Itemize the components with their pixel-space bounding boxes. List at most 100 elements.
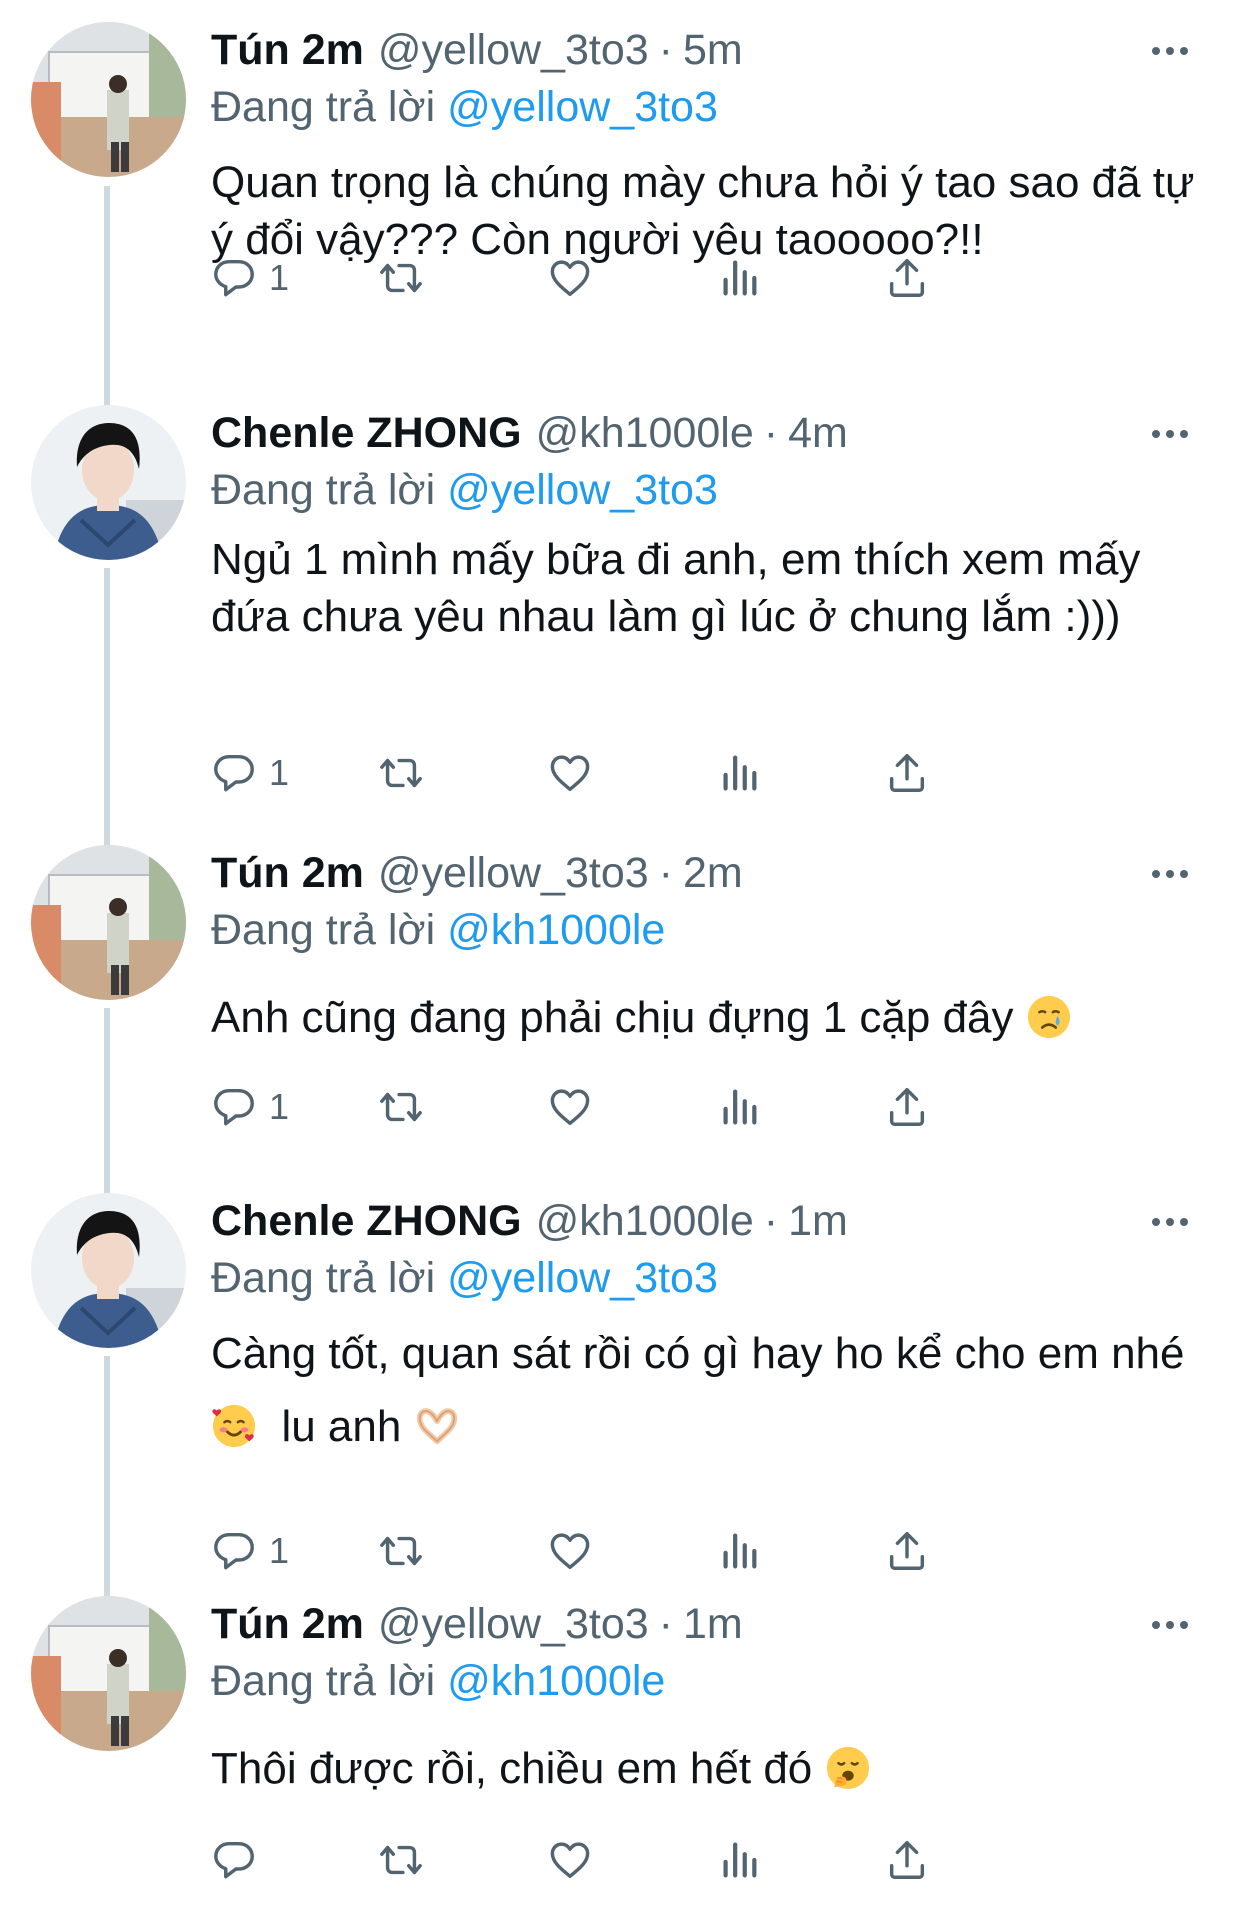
- heart-icon: [547, 1837, 593, 1883]
- avatar[interactable]: [31, 1596, 186, 1751]
- share-icon: [884, 1837, 930, 1883]
- more-icon[interactable]: [1140, 28, 1200, 73]
- like-button[interactable]: [547, 1830, 593, 1890]
- separator-dot: ·: [658, 1600, 673, 1648]
- user-handle[interactable]: @kh1000le: [536, 405, 754, 462]
- tweet-header: Tún 2m @yellow_3to3 · 2m: [211, 845, 1200, 902]
- reply-button[interactable]: 1: [211, 743, 289, 803]
- share-button[interactable]: [884, 1830, 930, 1890]
- analytics-icon: [716, 1837, 762, 1883]
- heart-icon: [547, 255, 593, 301]
- smiling-face-with-hearts-emoji: [211, 1403, 257, 1449]
- display-name[interactable]: Tún 2m: [211, 22, 364, 79]
- avatar[interactable]: [31, 22, 186, 177]
- like-button[interactable]: [547, 743, 593, 803]
- mention-link[interactable]: @kh1000le: [447, 1657, 665, 1705]
- analytics-icon: [716, 1528, 762, 1574]
- retweet-button[interactable]: [378, 1521, 424, 1581]
- tweet-header: Tún 2m @yellow_3to3 · 1m: [211, 1596, 1200, 1653]
- share-button[interactable]: [884, 1521, 930, 1581]
- retweet-icon: [378, 1837, 424, 1883]
- share-icon: [884, 1528, 930, 1574]
- share-icon: [884, 750, 930, 796]
- analytics-icon: [716, 1084, 762, 1130]
- heart-icon: [547, 1528, 593, 1574]
- like-button[interactable]: [547, 248, 593, 308]
- like-button[interactable]: [547, 1521, 593, 1581]
- retweet-button[interactable]: [378, 743, 424, 803]
- more-icon[interactable]: [1140, 1602, 1200, 1647]
- display-name[interactable]: Chenle ZHONG: [211, 1193, 522, 1250]
- user-handle[interactable]: @yellow_3to3: [378, 845, 649, 902]
- tweet-text-block: Càng tốt, quan sát rồi có gì hay ho kể c…: [211, 1317, 1200, 1463]
- reply-button[interactable]: 1: [211, 1521, 289, 1581]
- analytics-button[interactable]: [716, 1830, 762, 1890]
- reply-icon: [211, 750, 257, 796]
- analytics-button[interactable]: [716, 248, 762, 308]
- avatar[interactable]: [31, 845, 186, 1000]
- display-name[interactable]: Chenle ZHONG: [211, 405, 522, 462]
- user-avatar-image: [31, 1596, 186, 1751]
- share-button[interactable]: [884, 743, 930, 803]
- analytics-icon: [716, 255, 762, 301]
- timestamp[interactable]: 2m: [683, 845, 743, 902]
- reply-button[interactable]: [211, 1830, 269, 1890]
- timestamp[interactable]: 1m: [788, 1193, 848, 1250]
- user-handle[interactable]: @yellow_3to3: [378, 22, 649, 79]
- timestamp[interactable]: 4m: [788, 405, 848, 462]
- timestamp[interactable]: 1m: [683, 1596, 743, 1653]
- reply-count: 1: [269, 1530, 290, 1571]
- heart-hands-emoji: [414, 1403, 460, 1449]
- crying-face-emoji: [1026, 994, 1072, 1040]
- tweet-header: Chenle ZHONG @kh1000le · 4m: [211, 405, 1200, 462]
- reply-icon: [211, 1837, 257, 1883]
- user-avatar-image: [31, 845, 186, 1000]
- reply-button[interactable]: 1: [211, 1077, 289, 1137]
- retweet-button[interactable]: [378, 1077, 424, 1137]
- thread-line: [104, 1356, 110, 1596]
- separator-dot: ·: [658, 26, 673, 74]
- retweet-button[interactable]: [378, 1830, 424, 1890]
- replying-to: Đang trả lời @yellow_3to3: [211, 462, 1200, 519]
- user-handle[interactable]: @yellow_3to3: [378, 1596, 649, 1653]
- share-button[interactable]: [884, 1077, 930, 1137]
- analytics-icon: [716, 750, 762, 796]
- action-bar: 1: [211, 743, 1200, 803]
- mention-link[interactable]: @yellow_3to3: [447, 466, 718, 514]
- replying-to-label: Đang trả lời: [211, 466, 436, 514]
- more-icon[interactable]: [1140, 411, 1200, 456]
- reply-icon: [211, 1528, 257, 1574]
- yawning-face-emoji: [825, 1745, 871, 1791]
- share-button[interactable]: [884, 248, 930, 308]
- action-bar: [211, 1830, 1200, 1890]
- share-icon: [884, 1084, 930, 1130]
- reply-icon: [211, 255, 257, 301]
- more-icon[interactable]: [1140, 1199, 1200, 1244]
- timestamp[interactable]: 5m: [683, 22, 743, 79]
- tweet-header: Chenle ZHONG @kh1000le · 1m: [211, 1193, 1200, 1250]
- user-avatar-image: [31, 22, 186, 177]
- tweet-text: Càng tốt, quan sát rồi có gì hay ho kể c…: [211, 1329, 1185, 1378]
- more-icon[interactable]: [1140, 851, 1200, 896]
- analytics-button[interactable]: [716, 1077, 762, 1137]
- tweet-text: lu anh: [281, 1402, 402, 1451]
- avatar[interactable]: [31, 1193, 186, 1348]
- analytics-button[interactable]: [716, 743, 762, 803]
- display-name[interactable]: Tún 2m: [211, 845, 364, 902]
- reply-button[interactable]: 1: [211, 248, 289, 308]
- replying-to: Đang trả lời @kh1000le: [211, 902, 1200, 959]
- retweet-button[interactable]: [378, 248, 424, 308]
- mention-link[interactable]: @kh1000le: [447, 906, 665, 954]
- mention-link[interactable]: @yellow_3to3: [447, 83, 718, 131]
- avatar[interactable]: [31, 405, 186, 560]
- analytics-button[interactable]: [716, 1521, 762, 1581]
- retweet-icon: [378, 1528, 424, 1574]
- display-name[interactable]: Tún 2m: [211, 1596, 364, 1653]
- user-handle[interactable]: @kh1000le: [536, 1193, 754, 1250]
- thread-line: [104, 1008, 110, 1196]
- retweet-icon: [378, 750, 424, 796]
- like-button[interactable]: [547, 1077, 593, 1137]
- share-icon: [884, 255, 930, 301]
- heart-icon: [547, 1084, 593, 1130]
- mention-link[interactable]: @yellow_3to3: [447, 1254, 718, 1302]
